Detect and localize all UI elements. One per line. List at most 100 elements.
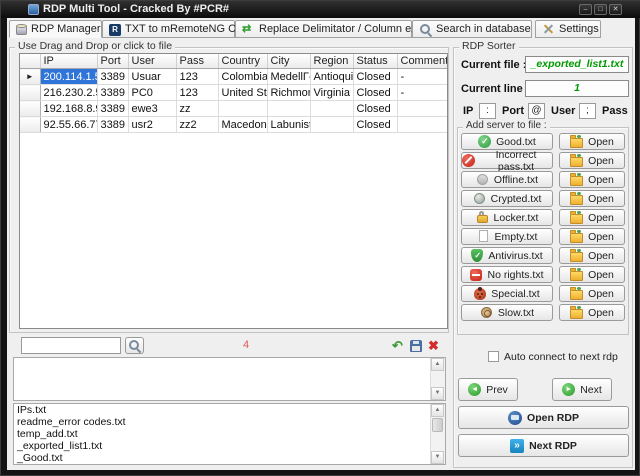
list-item[interactable]: temp_add.txt xyxy=(14,428,445,440)
cell-city[interactable]: Richmond xyxy=(267,85,310,101)
undo-button[interactable]: ↶ xyxy=(389,337,406,354)
cell-comment[interactable]: - xyxy=(397,69,447,85)
close-button[interactable]: ✕ xyxy=(609,4,622,15)
cell-city[interactable] xyxy=(267,101,310,117)
open-button-special[interactable]: Open xyxy=(559,285,625,302)
cell-pass[interactable]: 123 xyxy=(176,69,218,85)
cell-port[interactable]: 3389 xyxy=(97,69,128,85)
file-button-empty[interactable]: Empty.txt xyxy=(461,228,553,245)
file-button-good[interactable]: Good.txt xyxy=(461,133,553,150)
open-button-crypted[interactable]: Open xyxy=(559,190,625,207)
cell-region[interactable]: Antioquia xyxy=(310,69,353,85)
open-button-incorrect[interactable]: Open xyxy=(559,152,625,169)
cell-pass[interactable]: zz2 xyxy=(176,117,218,133)
cell-port[interactable]: 3389 xyxy=(97,117,128,133)
row-selector[interactable] xyxy=(20,117,40,133)
cell-status[interactable]: Closed xyxy=(353,69,397,85)
cell-ip[interactable]: 92.55.66.77 xyxy=(40,117,97,133)
tab-txt-converter[interactable]: R TXT to mRemoteNG Converter xyxy=(102,20,235,38)
list-item[interactable]: IPs.txt xyxy=(14,404,445,416)
cell-user[interactable]: usr2 xyxy=(128,117,176,133)
cell-region[interactable]: Virginia xyxy=(310,85,353,101)
cell-country[interactable]: United St... xyxy=(218,85,267,101)
col-header-ip[interactable]: IP xyxy=(40,54,97,69)
col-header-pass[interactable]: Pass xyxy=(176,54,218,69)
list-scrollbar[interactable]: ▲ ▼ xyxy=(430,404,445,464)
maximize-button[interactable]: □ xyxy=(594,4,607,15)
cell-pass[interactable]: zz xyxy=(176,101,218,117)
cell-comment[interactable] xyxy=(397,117,447,133)
tab-search-database[interactable]: Search in database xyxy=(412,20,532,38)
open-button-norights[interactable]: Open xyxy=(559,266,625,283)
textarea-scrollbar[interactable]: ▲ ▼ xyxy=(430,358,445,400)
cell-comment[interactable] xyxy=(397,101,447,117)
open-rdp-button[interactable]: Open RDP xyxy=(458,406,629,429)
tab-settings[interactable]: Settings xyxy=(535,20,601,38)
open-button-antivirus[interactable]: Open xyxy=(559,247,625,264)
cell-pass[interactable]: 123 xyxy=(176,85,218,101)
file-button-offline[interactable]: Offline.txt xyxy=(461,171,553,188)
list-item[interactable]: readme_error codes.txt xyxy=(14,416,445,428)
search-button[interactable] xyxy=(125,337,144,354)
file-listbox[interactable]: IPs.txtreadme_error codes.txttemp_add.tx… xyxy=(13,403,446,465)
title-bar[interactable]: RDP Multi Tool - Cracked By #PCR# – □ ✕ xyxy=(1,1,640,18)
auto-connect-checkbox[interactable] xyxy=(488,351,499,362)
scroll-thumb[interactable] xyxy=(432,418,443,432)
file-button-locker[interactable]: Locker.txt xyxy=(461,209,553,226)
separator-3-field[interactable]: ; xyxy=(579,103,596,119)
col-header-port[interactable]: Port xyxy=(97,54,128,69)
cell-user[interactable]: PC0 xyxy=(128,85,176,101)
open-button-good[interactable]: Open xyxy=(559,133,625,150)
open-button-locker[interactable]: Open xyxy=(559,209,625,226)
row-selector[interactable]: ► xyxy=(20,69,40,85)
list-item[interactable]: _Good.txt xyxy=(14,452,445,464)
cell-comment[interactable]: - xyxy=(397,85,447,101)
tab-rdp-manager[interactable]: RDP Manager xyxy=(9,20,102,38)
open-button-offline[interactable]: Open xyxy=(559,171,625,188)
col-header-status[interactable]: Status xyxy=(353,54,397,69)
col-header-comment[interactable]: Comment xyxy=(397,54,447,69)
cell-country[interactable] xyxy=(218,101,267,117)
open-button-empty[interactable]: Open xyxy=(559,228,625,245)
cell-city[interactable]: Labunista xyxy=(267,117,310,133)
cell-ip[interactable]: 192.168.8.9 xyxy=(40,101,97,117)
tab-replace-delimitator[interactable]: Replace Delimitator / Column extractor xyxy=(235,20,412,38)
cell-port[interactable]: 3389 xyxy=(97,85,128,101)
cell-port[interactable]: 3389 xyxy=(97,101,128,117)
separator-1-field[interactable]: : xyxy=(479,103,496,119)
row-selector[interactable] xyxy=(20,85,40,101)
cell-user[interactable]: Usuar xyxy=(128,69,176,85)
next-rdp-button[interactable]: » Next RDP xyxy=(458,434,629,457)
open-button-slow[interactable]: Open xyxy=(559,304,625,321)
col-header-country[interactable]: Country xyxy=(218,54,267,69)
delete-button[interactable]: ✖ xyxy=(425,337,442,354)
cell-region[interactable] xyxy=(310,117,353,133)
table-row[interactable]: ►200.114.1.53389Usuar123ColombiaMedellГ-… xyxy=(20,69,447,85)
file-button-crypted[interactable]: Crypted.txt xyxy=(461,190,553,207)
cell-country[interactable]: Colombia xyxy=(218,69,267,85)
table-row[interactable]: 92.55.66.773389usr2zz2MacedoniaLabunista… xyxy=(20,117,447,133)
cell-ip[interactable]: 216.230.2.55 xyxy=(40,85,97,101)
file-button-norights[interactable]: No rights.txt xyxy=(461,266,553,283)
cell-status[interactable]: Closed xyxy=(353,117,397,133)
cell-country[interactable]: Macedonia xyxy=(218,117,267,133)
minimize-button[interactable]: – xyxy=(579,4,592,15)
row-selector[interactable] xyxy=(20,101,40,117)
file-button-slow[interactable]: Slow.txt xyxy=(461,304,553,321)
scroll-up-icon[interactable]: ▲ xyxy=(431,358,444,371)
cell-region[interactable] xyxy=(310,101,353,117)
file-button-incorrect[interactable]: Incorrect pass.txt xyxy=(461,152,553,169)
cell-ip[interactable]: 200.114.1.5 xyxy=(40,69,97,85)
col-header-city[interactable]: City xyxy=(267,54,310,69)
scroll-down-icon[interactable]: ▼ xyxy=(431,387,444,400)
cell-status[interactable]: Closed xyxy=(353,85,397,101)
search-input[interactable] xyxy=(21,337,121,354)
cell-city[interactable]: MedellГ-n xyxy=(267,69,310,85)
scroll-up-icon[interactable]: ▲ xyxy=(431,404,444,417)
scroll-down-icon[interactable]: ▼ xyxy=(431,451,444,464)
file-button-special[interactable]: Special.txt xyxy=(461,285,553,302)
separator-2-field[interactable]: @ xyxy=(528,103,545,119)
list-item[interactable]: _exported_list1.txt xyxy=(14,440,445,452)
table-row[interactable]: 216.230.2.553389PC0123United St...Richmo… xyxy=(20,85,447,101)
prev-button[interactable]: ◄ Prev xyxy=(458,378,518,401)
